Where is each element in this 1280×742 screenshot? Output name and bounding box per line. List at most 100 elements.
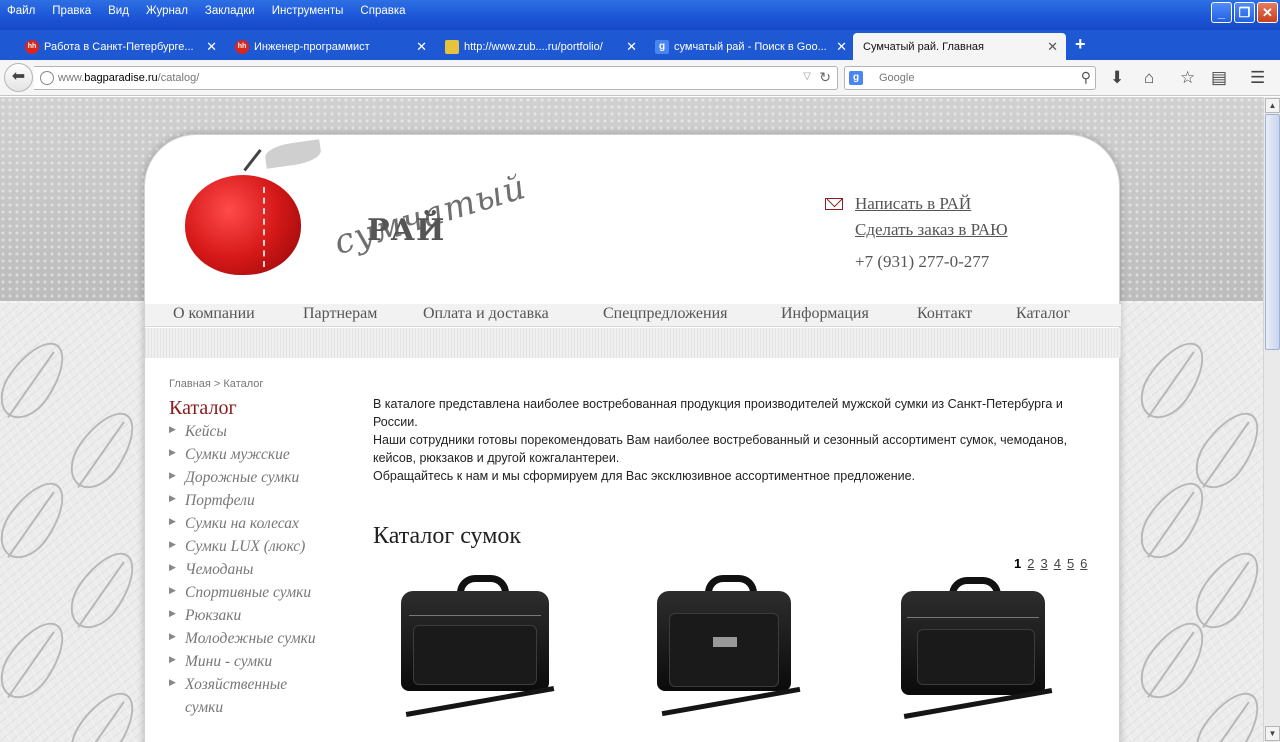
tab-label: Сумчатый рай. Главная <box>863 40 984 53</box>
arrow-right-icon: ▶ <box>169 516 176 526</box>
page-link[interactable]: 5 <box>1067 556 1074 571</box>
close-tab-icon[interactable]: ✕ <box>416 39 427 55</box>
order-link[interactable]: Сделать заказ в РАЮ <box>855 220 1008 240</box>
arrow-right-icon: ▶ <box>169 654 176 664</box>
bag-pocket <box>917 629 1035 685</box>
nav-catalog[interactable]: Каталог <box>1016 305 1070 323</box>
menu-view[interactable]: Вид <box>108 5 129 17</box>
page-link[interactable]: 6 <box>1080 556 1087 571</box>
sidebar-item-wheeled-bags[interactable]: ▶ Сумки на колесах <box>169 512 345 535</box>
bag-pocket <box>669 613 779 687</box>
page-content: сумчатый РАЙ Написать в РАЙ Сделать зака… <box>144 134 1121 742</box>
write-link[interactable]: Написать в РАЙ <box>855 194 971 214</box>
leaf-decoration <box>0 471 77 569</box>
menu-icon[interactable]: ☰ <box>1250 68 1265 88</box>
sidebar-item-travel-bags[interactable]: ▶ Дорожные сумки <box>169 466 345 489</box>
tab-bagparadise[interactable]: Сумчатый рай. Главная ✕ <box>853 33 1066 60</box>
nav-payment-delivery[interactable]: Оплата и доставка <box>423 305 549 323</box>
nav-partners[interactable]: Партнерам <box>303 305 377 323</box>
google-icon[interactable]: g <box>849 71 863 85</box>
menu-file[interactable]: Файл <box>7 5 35 17</box>
maximize-button[interactable]: ❐ <box>1234 2 1255 23</box>
menu-edit[interactable]: Правка <box>52 5 91 17</box>
site-icon <box>445 40 459 54</box>
bookmarks-list-icon[interactable]: ▤ <box>1211 68 1227 88</box>
window-controls: _ ❐ ✕ <box>1211 2 1278 23</box>
phone-number: +7 (931) 277-0-277 <box>855 252 990 271</box>
leaf-decoration <box>59 401 147 499</box>
logo-name: РАЙ <box>367 213 446 248</box>
downloads-icon[interactable]: ⬇ <box>1110 68 1124 88</box>
scroll-thumb[interactable] <box>1265 114 1280 350</box>
sidebar-item-cases[interactable]: ▶ Кейсы <box>169 420 345 443</box>
nav-information[interactable]: Информация <box>781 305 869 323</box>
reload-icon[interactable]: ↻ <box>819 69 831 86</box>
tab-google-search[interactable]: g сумчатый рай - Поиск в Goo... ✕ <box>650 33 855 60</box>
back-button[interactable]: ⬅ <box>4 63 33 92</box>
bag-pocket <box>413 625 537 685</box>
menu-tools[interactable]: Инструменты <box>272 5 344 17</box>
window-titlebar: Файл Правка Вид Журнал Закладки Инструме… <box>0 0 1280 30</box>
hh-icon: hh <box>25 40 39 54</box>
pagination: 1 2 3 4 5 6 <box>1014 556 1087 571</box>
google-icon: g <box>655 40 669 54</box>
chevron-down-icon[interactable]: ▽ <box>803 71 811 82</box>
scroll-down-icon[interactable]: ▼ <box>1265 726 1280 741</box>
leaf-decoration <box>59 541 147 639</box>
tab-strip: hh Работа в Санкт-Петербурге... ✕ hh Инж… <box>0 30 1280 60</box>
close-tab-icon[interactable]: ✕ <box>836 39 847 55</box>
close-tab-icon[interactable]: ✕ <box>1047 39 1058 55</box>
vertical-scrollbar[interactable]: ▲ ▼ <box>1263 97 1280 742</box>
new-tab-button[interactable]: + <box>1075 34 1086 55</box>
nav-shadow-band <box>145 328 1121 358</box>
close-window-button[interactable]: ✕ <box>1257 2 1278 23</box>
page-link[interactable]: 4 <box>1054 556 1061 571</box>
bookmark-star-icon[interactable]: ☆ <box>1180 68 1195 88</box>
search-bar[interactable]: g Google ⚲ <box>844 66 1096 90</box>
tab-hh-jobs[interactable]: hh Работа в Санкт-Петербурге... ✕ <box>20 33 225 60</box>
search-input[interactable]: Google <box>879 72 914 84</box>
bag-zipper <box>409 615 541 616</box>
sidebar-item-mens-bags[interactable]: ▶ Сумки мужские <box>169 443 345 466</box>
hh-icon: hh <box>235 40 249 54</box>
sidebar-item-sport-bags[interactable]: ▶ Спортивные сумки <box>169 581 345 604</box>
menu-history[interactable]: Журнал <box>146 5 188 17</box>
close-tab-icon[interactable]: ✕ <box>206 39 217 55</box>
nav-contact[interactable]: Контакт <box>917 305 972 323</box>
tab-portfolio[interactable]: http://www.zub....ru/portfolio/ ✕ <box>440 33 645 60</box>
arrow-right-icon: ▶ <box>169 608 176 618</box>
page-link[interactable]: 2 <box>1027 556 1034 571</box>
menu-bookmarks[interactable]: Закладки <box>205 5 255 17</box>
page-viewport: сумчатый РАЙ Написать в РАЙ Сделать зака… <box>0 97 1263 742</box>
home-icon[interactable]: ⌂ <box>1144 68 1154 88</box>
sidebar-item-lux-bags[interactable]: ▶ Сумки LUX (люкс) <box>169 535 345 558</box>
sidebar-item-youth-bags[interactable]: ▶ Молодежные сумки <box>169 627 345 650</box>
sidebar-item-household-bags[interactable]: ▶ Хозяйственные сумки <box>169 673 315 719</box>
menu-help[interactable]: Справка <box>360 5 405 17</box>
apple-leaf <box>263 139 323 169</box>
menu-bar: Файл Правка Вид Журнал Закладки Инструме… <box>0 0 423 22</box>
leaf-decoration <box>1184 681 1263 742</box>
sidebar-item-backpacks[interactable]: ▶ Рюкзаки <box>169 604 345 627</box>
arrow-right-icon: ▶ <box>169 493 176 503</box>
nav-special-offers[interactable]: Спецпредложения <box>603 305 728 323</box>
arrow-right-icon: ▶ <box>169 539 176 549</box>
main-navigation: О компании Партнерам Оплата и доставка С… <box>145 304 1121 327</box>
sidebar-item-suitcases[interactable]: ▶ Чемоданы <box>169 558 345 581</box>
breadcrumb[interactable]: Главная > Каталог <box>169 378 263 390</box>
close-tab-icon[interactable]: ✕ <box>626 39 637 55</box>
sidebar-item-briefcases[interactable]: ▶ Портфели <box>169 489 345 512</box>
tab-hh-engineer[interactable]: hh Инженер-программист ✕ <box>230 33 435 60</box>
minimize-button[interactable]: _ <box>1211 2 1232 23</box>
envelope-icon <box>825 198 843 210</box>
sidebar-item-mini-bags[interactable]: ▶ Мини - сумки <box>169 650 345 673</box>
address-bar[interactable]: www.bagparadise.ru/catalog/ ▽ ↻ <box>34 66 838 90</box>
tab-label: http://www.zub....ru/portfolio/ <box>464 40 603 53</box>
scroll-up-icon[interactable]: ▲ <box>1265 98 1280 113</box>
search-icon[interactable]: ⚲ <box>1081 69 1091 86</box>
leaf-decoration <box>1129 331 1217 429</box>
arrow-right-icon: ▶ <box>169 447 176 457</box>
page-current: 1 <box>1014 556 1022 571</box>
page-link[interactable]: 3 <box>1040 556 1047 571</box>
nav-about[interactable]: О компании <box>173 305 255 323</box>
